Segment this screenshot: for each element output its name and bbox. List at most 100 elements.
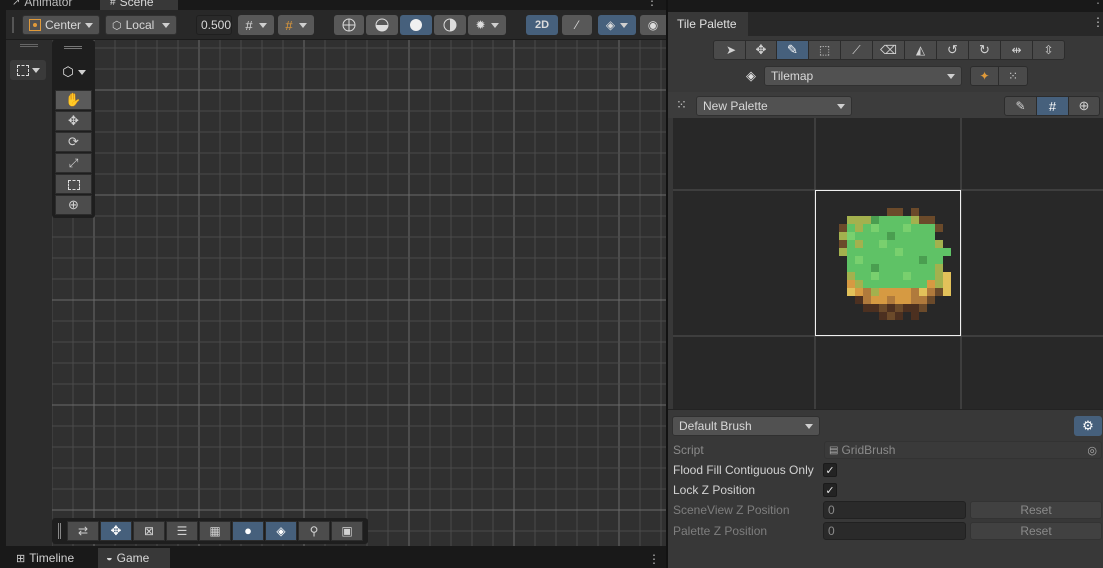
- layers-button[interactable]: ◈: [598, 15, 636, 35]
- tool-rotate[interactable]: ⟳: [55, 132, 92, 152]
- tool-rotate-ccw[interactable]: ↺: [936, 40, 969, 60]
- tool-hand[interactable]: ✋: [55, 90, 92, 110]
- tool-transform[interactable]: ⊕: [55, 195, 92, 215]
- target-tilemap-label: Tilemap: [771, 69, 814, 83]
- globe-icon: [342, 18, 356, 32]
- tool-paint[interactable]: ✎: [776, 40, 809, 60]
- snap-value-input[interactable]: 0.500: [196, 15, 232, 35]
- light-off-icon: ⁄: [575, 18, 578, 32]
- eraser-icon: ⌫: [880, 43, 897, 57]
- overlay-camera-button[interactable]: ▣: [331, 521, 363, 541]
- overlay-hatch-button[interactable]: ▦: [199, 521, 231, 541]
- tool-rect[interactable]: [55, 174, 92, 194]
- hatch-icon: ▦: [209, 524, 221, 538]
- edit-palette-button[interactable]: ✎: [1004, 96, 1037, 116]
- transform-icon: ⊕: [68, 197, 79, 212]
- overlay-search-button[interactable]: ⚲: [298, 521, 330, 541]
- tab-timeline[interactable]: ⊞ Timeline: [10, 548, 80, 568]
- top-menu-icon[interactable]: ⋮: [1092, 0, 1103, 6]
- tool-flip-x[interactable]: ⇹: [1000, 40, 1033, 60]
- palette-z-input[interactable]: 0: [823, 522, 966, 540]
- visibility-button[interactable]: ◉: [640, 15, 666, 35]
- collider-icon: ⊠: [143, 524, 155, 538]
- overlay-shuffle-button[interactable]: ⇄: [67, 521, 99, 541]
- move-icon: ✥: [68, 113, 79, 128]
- rotate-cw-icon: ↻: [979, 42, 990, 57]
- timeline-icon: ⊞: [16, 552, 26, 565]
- lighting-toggle-button[interactable]: ⁄: [562, 15, 592, 35]
- overlay-sphere-button[interactable]: ●: [232, 521, 264, 541]
- scene-grid: [6, 40, 666, 546]
- tile-palette-menu-icon[interactable]: ⋮: [1092, 15, 1103, 29]
- tool-eraser[interactable]: ⌫: [872, 40, 905, 60]
- gizmos-button[interactable]: ✹: [468, 15, 506, 35]
- tool-flip-y[interactable]: ⇳: [1032, 40, 1065, 60]
- effects-button[interactable]: [434, 15, 466, 35]
- pivot-mode-dropdown[interactable]: Center: [22, 15, 100, 35]
- cube-icon: ⬡: [62, 64, 74, 79]
- increment-snap-button[interactable]: #: [278, 15, 314, 35]
- script-value: GridBrush: [841, 443, 896, 457]
- tool-scale[interactable]: ⤢: [55, 153, 92, 173]
- audio-button[interactable]: [400, 15, 432, 35]
- view-orientation-button[interactable]: ⬡: [58, 63, 90, 81]
- brush-settings-button[interactable]: ⚙: [1074, 416, 1102, 436]
- search-icon: ⚲: [309, 524, 319, 538]
- tab-game[interactable]: ◒ Game: [98, 548, 170, 568]
- grid-icon: #: [1048, 98, 1057, 114]
- flood-fill-checkbox[interactable]: ✓: [823, 463, 837, 477]
- overlay-layers-button[interactable]: ◈: [265, 521, 297, 541]
- script-field[interactable]: ▤ GridBrush ◎: [824, 441, 1102, 459]
- mode-2d-button[interactable]: 2D: [526, 15, 558, 35]
- tool-picker[interactable]: ⟋: [840, 40, 873, 60]
- object-picker-icon[interactable]: ◎: [1087, 444, 1097, 457]
- pivot-rotation-dropdown[interactable]: ⬡ Local: [105, 15, 177, 35]
- lock-z-label: Lock Z Position: [673, 483, 756, 497]
- shuffle-icon: ⇄: [77, 524, 89, 538]
- palette-dropdown[interactable]: New Palette: [696, 96, 852, 116]
- palette-gizmo-button[interactable]: ⊕: [1068, 96, 1100, 116]
- target-tilemap-dropdown[interactable]: Tilemap: [764, 66, 962, 86]
- draw-mode-button[interactable]: [334, 15, 364, 35]
- tab-tile-palette[interactable]: Tile Palette: [668, 12, 748, 36]
- overlay-move-button[interactable]: ✥: [100, 521, 132, 541]
- tile-palette-settings-button[interactable]: ⁙: [998, 66, 1028, 86]
- lock-z-checkbox[interactable]: ✓: [823, 483, 837, 497]
- rotate-icon: ⟳: [68, 134, 79, 149]
- grass-tile-sprite[interactable]: [823, 200, 951, 328]
- tool-box-fill[interactable]: ⬚: [808, 40, 841, 60]
- chevron-down-icon: [947, 73, 955, 79]
- sceneview-z-reset-button[interactable]: Reset: [970, 501, 1102, 519]
- gear-icon: ⚙: [1082, 418, 1094, 433]
- brush-dropdown[interactable]: Default Brush: [672, 416, 820, 436]
- palette-grid-button[interactable]: #: [1036, 96, 1069, 116]
- lighting-button[interactable]: [366, 15, 398, 35]
- tool-move[interactable]: ✥: [745, 40, 777, 60]
- focus-tilemap-button[interactable]: ✦: [970, 66, 999, 86]
- overlay-sliders-button[interactable]: ☰: [166, 521, 198, 541]
- palette-canvas[interactable]: [673, 118, 1103, 409]
- chevron-down-icon: [620, 22, 629, 28]
- tab-game-label: Game: [116, 551, 150, 565]
- layers-icon: ◈: [605, 18, 616, 32]
- overlay-collider-button[interactable]: ⊠: [133, 521, 165, 541]
- rect-select-button[interactable]: [10, 60, 46, 80]
- panel-menu-icon[interactable]: ⋮: [646, 0, 658, 8]
- sphere-icon: [375, 18, 389, 32]
- scene-viewport[interactable]: [6, 40, 666, 546]
- tool-move[interactable]: ✥: [55, 111, 92, 131]
- tile-palette-tab-bar: [668, 0, 1103, 12]
- grid-snap-button[interactable]: #: [238, 15, 274, 35]
- circle-icon: ●: [244, 523, 252, 538]
- sceneview-z-input[interactable]: 0: [823, 501, 966, 519]
- tools-overlay-grip: [64, 46, 82, 49]
- tool-select[interactable]: ➤: [713, 40, 749, 60]
- scene-panel: ↗ Animator # Scene ⋮ Center ⬡ Local 0.50…: [0, 0, 666, 568]
- palette-z-reset-button[interactable]: Reset: [970, 522, 1102, 540]
- tab-animator[interactable]: ↗ Animator: [12, 0, 72, 10]
- scale-icon: ⤢: [68, 156, 79, 170]
- tab-scene[interactable]: # Scene: [100, 0, 178, 10]
- tool-rotate-cw[interactable]: ↻: [968, 40, 1001, 60]
- bottom-panel-menu-icon[interactable]: ⋮: [648, 552, 660, 566]
- tool-fill[interactable]: ◭: [904, 40, 937, 60]
